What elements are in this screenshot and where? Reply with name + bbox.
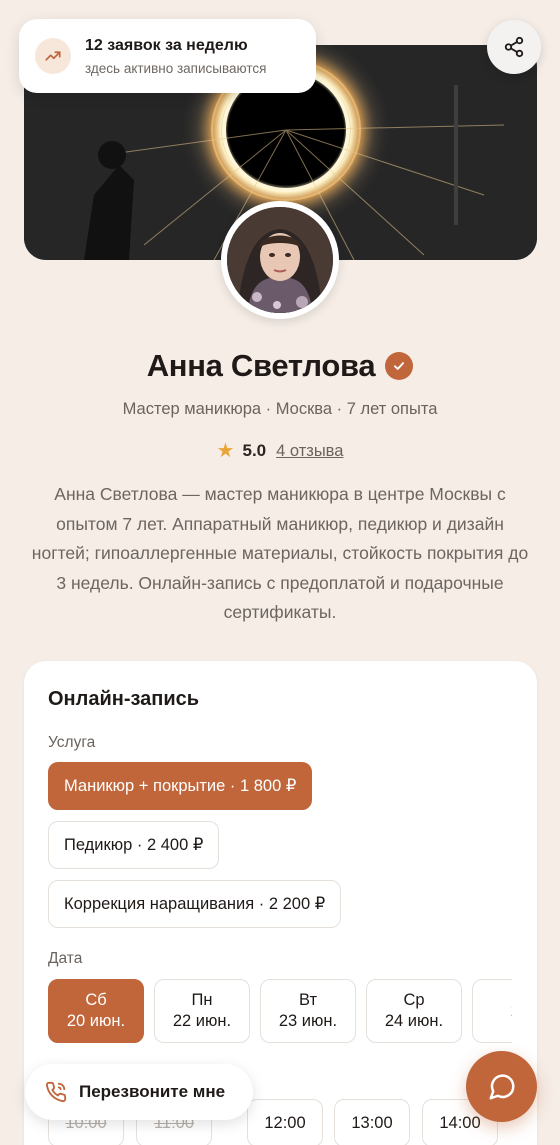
- badge-subtitle: здесь активно записываются: [85, 60, 267, 76]
- date-label: Дата: [48, 950, 83, 967]
- share-icon: [504, 36, 524, 58]
- booking-title: Онлайн-запись: [48, 688, 200, 710]
- date-option[interactable]: Вт 23 июн.: [260, 979, 356, 1043]
- avatar: [221, 201, 339, 319]
- date-value: 20 июн.: [66, 1012, 126, 1030]
- date-value: 24 июн.: [384, 1012, 444, 1030]
- callback-button[interactable]: Перезвоните мне: [25, 1064, 253, 1120]
- service-option-correction[interactable]: Коррекция наращивания · 2 200 ₽: [48, 880, 342, 928]
- date-day: Пн: [191, 991, 213, 1009]
- date-option[interactable]: Ср 24 июн.: [366, 979, 462, 1043]
- date-day: Вт: [298, 991, 317, 1009]
- date-day: Сб: [85, 991, 107, 1009]
- rating-value: 5.0: [242, 441, 267, 460]
- chat-button[interactable]: [466, 1051, 537, 1122]
- rating-row: ★ 5.0 4 отзыва: [0, 439, 560, 463]
- reviews-link[interactable]: 4 отзыва: [276, 442, 343, 461]
- date-picker: Сб 20 июн. Пн 22 июн. Вт 23 июн. Ср 24 и…: [48, 979, 512, 1043]
- profile-bio: Анна Светлова — мастер маникюра в центре…: [31, 484, 529, 622]
- chat-bubble-icon: [489, 1073, 515, 1099]
- star-icon: ★: [216, 440, 235, 462]
- phone-call-icon: [46, 1081, 67, 1102]
- service-option-manicure[interactable]: Маникюр + покрытие · 1 800 ₽: [48, 762, 313, 810]
- profile-name: Анна Светлова: [146, 348, 376, 383]
- date-value: 23 июн.: [278, 1012, 338, 1030]
- name-row: Анна Светлова: [0, 345, 560, 387]
- profile-subtitle: Мастер маникюра · Москва · 7 лет опыта: [122, 400, 438, 418]
- date-option[interactable]: Сб 20 июн.: [48, 979, 144, 1043]
- service-label: Услуга: [48, 734, 96, 751]
- share-button[interactable]: [487, 20, 541, 74]
- date-value: 22 июн.: [172, 1012, 232, 1030]
- verified-icon: [385, 352, 414, 380]
- page: 12 заявок за неделю здесь активно записы…: [0, 0, 560, 1145]
- time-slot[interactable]: 12:00: [247, 1099, 323, 1145]
- trending-up-icon: [35, 38, 71, 74]
- service-option-pedicure[interactable]: Педикюр · 2 400 ₽: [48, 821, 220, 869]
- time-slot[interactable]: 13:00: [334, 1099, 410, 1145]
- date-option[interactable]: 25: [472, 979, 512, 1043]
- badge-title: 12 заявок за неделю: [85, 36, 248, 54]
- date-day: Ср: [403, 991, 425, 1009]
- callback-label: Перезвоните мне: [79, 1082, 226, 1101]
- date-option[interactable]: Пн 22 июн.: [154, 979, 250, 1043]
- date-value: 25: [511, 1001, 512, 1022]
- weekly-requests-badge: 12 заявок за неделю здесь активно записы…: [19, 19, 316, 93]
